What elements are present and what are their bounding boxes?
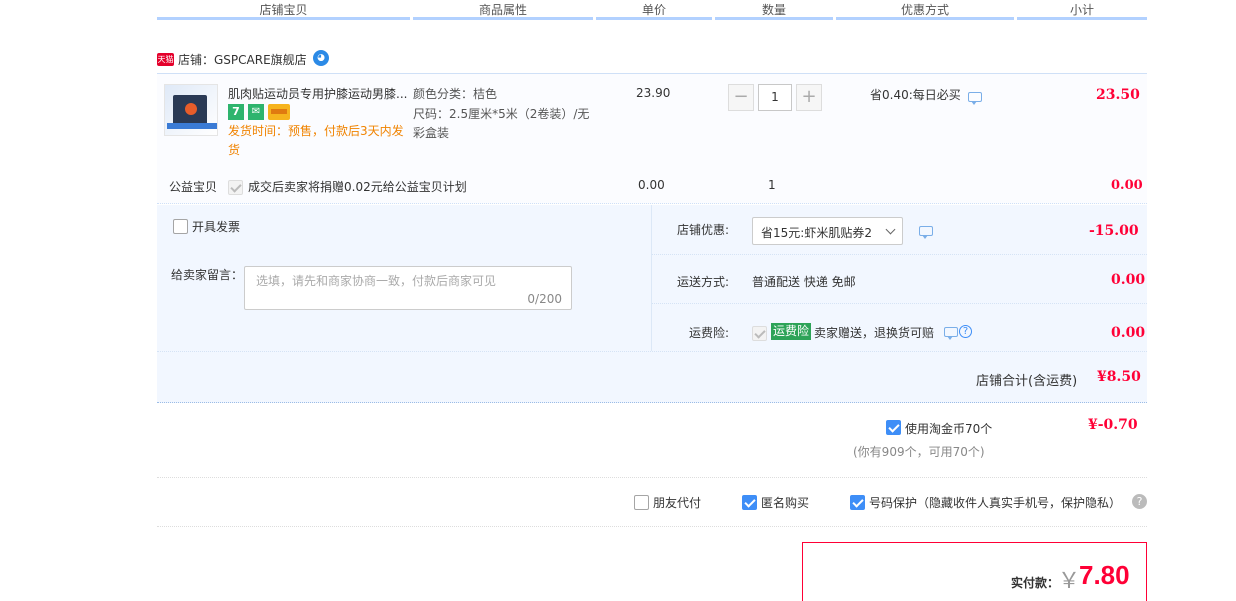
col-header-item: 店铺宝贝 [157,0,410,20]
item-subtotal: 23.50 [1096,87,1140,103]
shop-discount-label: 店铺优惠: [677,223,730,237]
col-header-qty: 数量 [715,0,833,20]
tmall-badge: 天猫 [157,53,174,66]
charity-subtotal: 0.00 [1111,178,1143,193]
message-label: 给卖家留言： [171,268,244,282]
chevron-down-icon [885,224,896,235]
divider-line-2 [157,526,1147,527]
insurance-info-icon[interactable] [944,327,958,340]
coins-sub: (你有909个，可用70个) [853,445,985,459]
shipping-amount: 0.00 [1111,272,1146,288]
invoice-checkbox[interactable] [173,219,188,234]
ship-time-line2: 货 [228,143,241,157]
attr-size: 尺码：2.5厘米*5米（2卷装）/无 彩盒装 [413,105,589,143]
message-counter: 0/200 [527,292,562,306]
guarantee-icon: ✉ [248,104,264,120]
shop-name[interactable]: 店铺：GSPCARE旗舰店 [178,51,307,68]
anonymous-label[interactable]: 匿名购买 [761,494,809,511]
col-header-subtotal: 小计 [1017,0,1147,20]
attr-color: 颜色分类：桔色 [413,87,498,101]
friend-pay-label[interactable]: 朋友代付 [653,494,701,511]
charity-text: 成交后卖家将捐赠0.02元给公益宝贝计划 [248,180,467,194]
insurance-tag: 运费险 [771,323,812,340]
shop-discount-value: 省15元:虾米肌贴券2 [761,226,872,240]
wangwang-icon[interactable]: ◕ [313,50,329,66]
product-title[interactable]: 肌肉贴运动员专用护膝运动男膝... [228,85,407,102]
privacy-checkbox[interactable] [850,495,865,510]
panel-divider [651,205,652,351]
invoice-label[interactable]: 开具发票 [192,218,240,235]
charity-label: 公益宝贝 [169,180,218,194]
discount-info-icon[interactable] [968,92,982,105]
insurance-label: 运费险: [689,326,730,340]
ship-time-note: 发货时间：预售，付款后3天内发 货 [228,122,404,160]
payment-label: 实付款： [1011,576,1060,590]
charity-checkbox [228,180,243,195]
charity-price: 0.00 [638,178,665,192]
shipping-label: 运送方式: [677,275,730,289]
shipping-value: 普通配送 快递 免邮 [752,275,856,289]
qty-input[interactable]: 1 [758,84,792,111]
shop-discount-select[interactable]: 省15元:虾米肌贴券2 [752,217,903,245]
coins-label[interactable]: 使用淘金币70个 [905,420,992,437]
col-header-attr: 商品属性 [413,0,593,20]
seller-message-input[interactable]: 选填，请先和商家协商一致，付款后商家可见 0/200 [244,266,572,310]
col-header-price: 单价 [596,0,712,20]
privacy-label[interactable]: 号码保护（隐藏收件人真实手机号，保护隐私） [869,494,1121,511]
insurance-amount: 0.00 [1111,325,1146,341]
seven-day-return-icon: 7 [228,104,244,120]
attr-size-line1: 尺码：2.5厘米*5米（2卷装）/无 [413,107,590,121]
col-header-discount: 优惠方式 [836,0,1014,20]
shop-discount-amount: -15.00 [1089,223,1139,239]
credit-card-stripe [271,109,287,114]
question-icon[interactable]: ? [1132,494,1147,509]
shop-discount-info-icon[interactable] [919,226,933,239]
shop-total-label: 店铺合计(含运费) [976,374,1078,389]
payment-box: 实付款： ￥ 7.80 [802,542,1147,601]
product-box-logo [185,103,197,115]
payment-amount: 7.80 [1079,560,1130,590]
qty-increment-button[interactable]: + [796,84,822,111]
attr-size-line2: 彩盒装 [413,126,450,140]
payment-currency: ￥ [1058,569,1081,594]
unit-price: 23.90 [636,86,671,100]
qty-decrement-button[interactable]: − [728,84,754,111]
help-icon[interactable]: ? [959,325,972,338]
shop-total-amount: ¥8.50 [1097,369,1141,385]
charity-qty: 1 [768,178,776,192]
row-divider-3 [157,351,1147,352]
row-divider-2 [652,303,1147,304]
credit-card-icon [268,104,290,120]
divider-line-1 [157,477,1147,478]
product-box-band [167,123,217,129]
row-divider-1 [652,254,1147,255]
item-discount: 省0.40:每日必买 [870,88,961,102]
insurance-checkbox [752,326,767,341]
insurance-text: 卖家赠送，退换货可赔 [814,326,935,340]
message-placeholder: 选填，请先和商家协商一致，付款后商家可见 [256,274,497,288]
coins-checkbox[interactable] [886,420,901,435]
anonymous-checkbox[interactable] [742,495,757,510]
friend-pay-checkbox[interactable] [634,495,649,510]
ship-time-line1: 发货时间：预售，付款后3天内发 [228,124,404,138]
product-thumbnail[interactable] [164,84,218,136]
coins-amount: ¥-0.70 [1088,417,1138,433]
